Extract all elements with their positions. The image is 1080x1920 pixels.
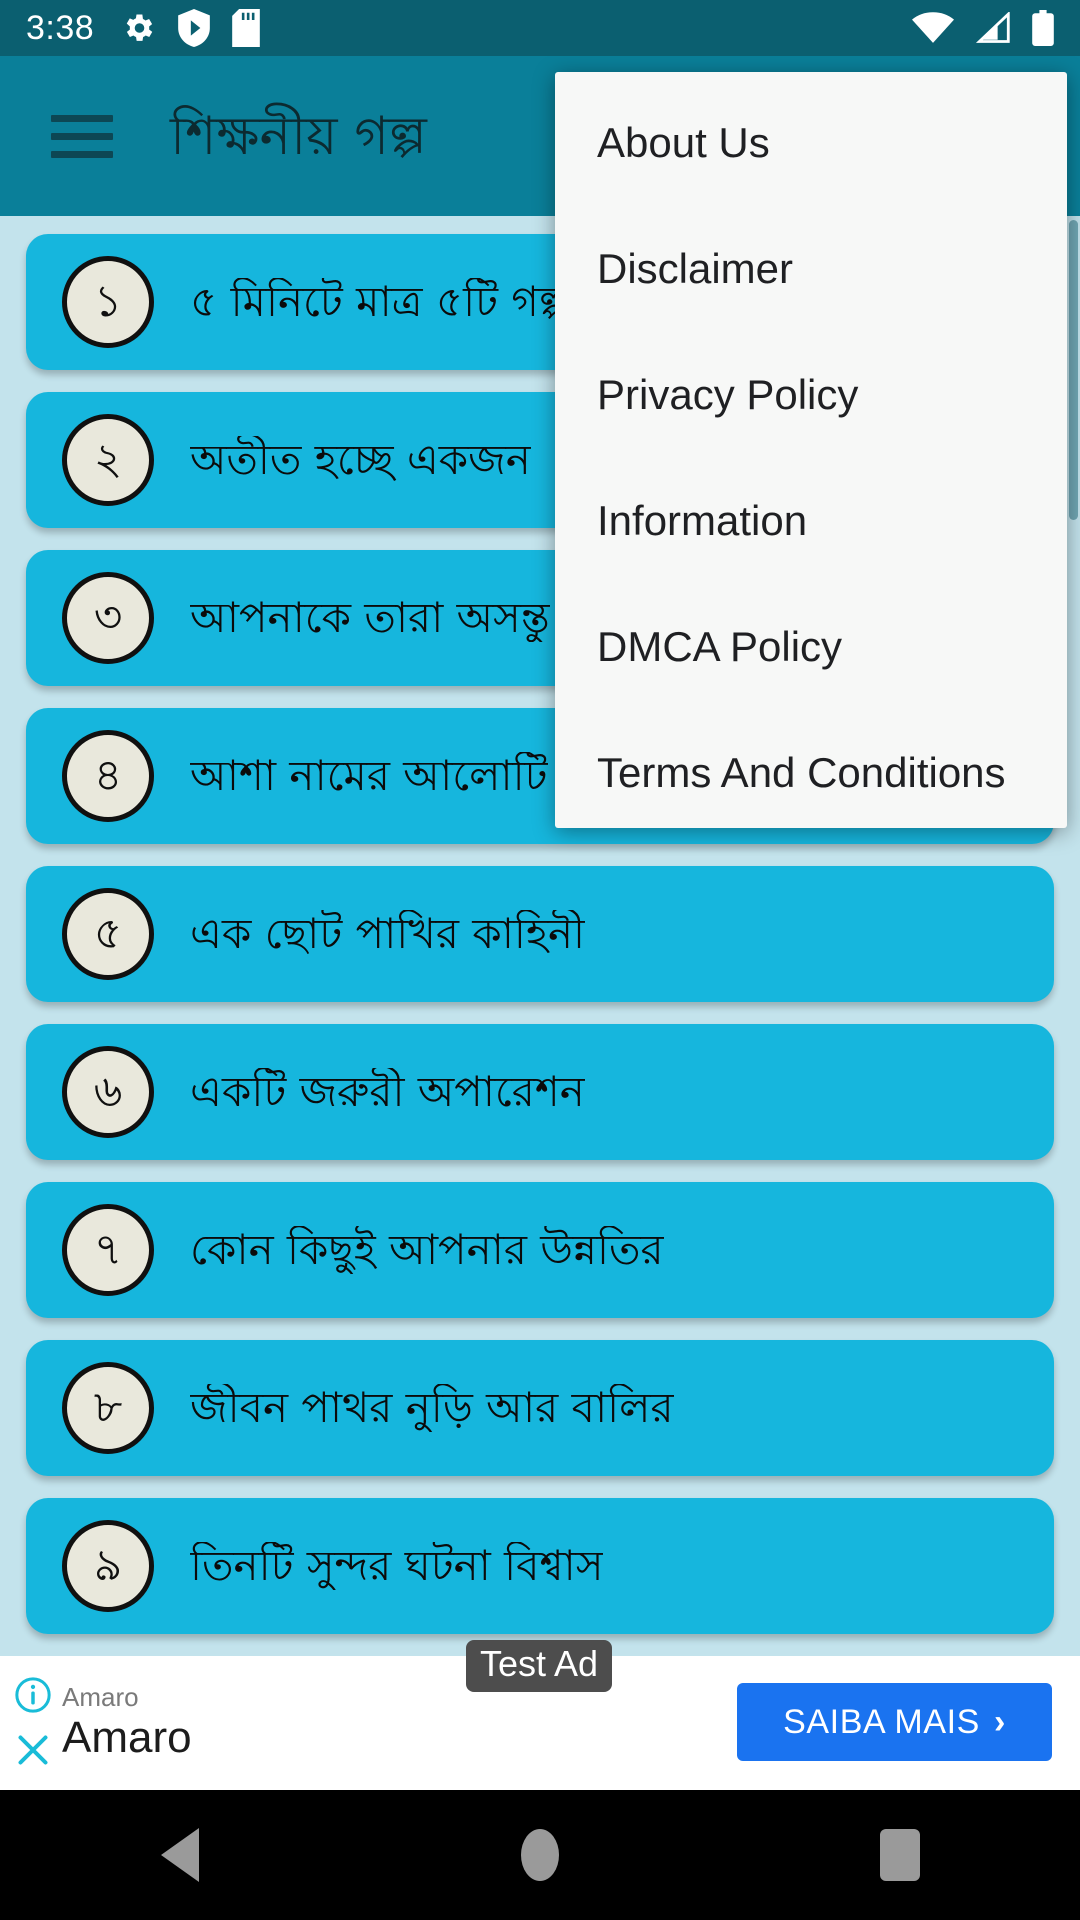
sd-card-icon: [232, 9, 261, 47]
story-number-badge: ৫: [62, 888, 154, 980]
back-triangle-icon: [161, 1828, 199, 1882]
ad-banner[interactable]: Amaro Amaro Test Ad SAIBA MAIS ›: [0, 1640, 1080, 1790]
story-list-item[interactable]: ৫ এক ছোট পাখির কাহিনী: [26, 866, 1054, 1002]
phone-screen: 3:38 শিক্ষনীয় গল্প ১ ৫ মিনিটে মাত্র ৫টি…: [0, 0, 1080, 1920]
ad-banner-controls: [6, 1656, 60, 1790]
home-circle-icon: [521, 1829, 559, 1881]
ad-headline: Amaro: [62, 1712, 192, 1762]
ad-info-icon[interactable]: [14, 1676, 52, 1714]
ad-copy: Amaro Amaro: [62, 1681, 192, 1763]
overflow-menu-item[interactable]: Privacy Policy: [555, 332, 1067, 458]
hamburger-bar: [51, 150, 113, 158]
status-bar: 3:38: [0, 0, 1080, 56]
story-title: ৫ মিনিটে মাত্র ৫টি গল্প: [190, 277, 569, 326]
story-number-badge: ৯: [62, 1520, 154, 1612]
story-number-badge: ৭: [62, 1204, 154, 1296]
story-number-badge: ৪: [62, 730, 154, 822]
story-title: এক ছোট পাখির কাহিনী: [190, 909, 586, 958]
overflow-menu-popup[interactable]: About Us Disclaimer Privacy Policy Informat…: [555, 72, 1067, 828]
overflow-menu-item[interactable]: Disclaimer: [555, 206, 1067, 332]
page-title: শিক্ষনীয় গল্প: [170, 105, 427, 167]
battery-icon: [1032, 10, 1054, 46]
story-title: আশা নামের আলোটি: [190, 751, 548, 800]
recents-button[interactable]: [840, 1795, 960, 1915]
vertical-scrollbar[interactable]: [1069, 220, 1078, 520]
gear-icon: [126, 14, 153, 41]
overflow-menu-item[interactable]: About Us: [555, 80, 1067, 206]
ad-cta-label: SAIBA MAIS: [783, 1702, 980, 1741]
story-title: জীবন পাথর নুড়ি আর বালির: [190, 1383, 674, 1432]
overflow-menu-item[interactable]: Information: [555, 458, 1067, 584]
test-ad-badge: Test Ad: [466, 1640, 613, 1692]
android-navigation-bar: [0, 1790, 1080, 1920]
recents-square-icon: [880, 1829, 920, 1881]
story-list-item[interactable]: ৯ তিনটি সুন্দর ঘটনা বিশ্বাস: [26, 1498, 1054, 1634]
hamburger-menu-icon[interactable]: [34, 88, 130, 184]
overflow-menu-item[interactable]: Terms And Conditions: [555, 710, 1067, 828]
story-number-badge: ৮: [62, 1362, 154, 1454]
chevron-right-icon: ›: [993, 1702, 1006, 1741]
wifi-icon: [912, 12, 954, 43]
cellular-signal-icon: [975, 12, 1010, 43]
ad-cta-button[interactable]: SAIBA MAIS ›: [737, 1683, 1052, 1761]
story-number-badge: ৬: [62, 1046, 154, 1138]
status-bar-system-icons: [912, 10, 1054, 46]
status-bar-notification-icons: [120, 9, 261, 47]
story-number-badge: ১: [62, 256, 154, 348]
ad-close-icon[interactable]: [13, 1730, 53, 1770]
home-button[interactable]: [480, 1795, 600, 1915]
ad-advertiser-name: Amaro: [62, 1681, 139, 1712]
story-title: অতীত হচ্ছে একজন: [190, 435, 531, 484]
overflow-menu-item[interactable]: DMCA Policy: [555, 584, 1067, 710]
story-list-item[interactable]: ৮ জীবন পাথর নুড়ি আর বালির: [26, 1340, 1054, 1476]
story-title: একটি জরুরী অপারেশন: [190, 1067, 585, 1116]
story-title: আপনাকে তারা অসন্তু: [190, 593, 550, 642]
story-number-badge: ২: [62, 414, 154, 506]
story-title: কোন কিছুই আপনার উন্নতির: [190, 1225, 664, 1274]
status-bar-clock: 3:38: [26, 9, 95, 47]
story-list-item[interactable]: ৭ কোন কিছুই আপনার উন্নতির: [26, 1182, 1054, 1318]
back-button[interactable]: [120, 1795, 240, 1915]
play-protect-shield-icon: [178, 9, 211, 47]
hamburger-bar: [51, 114, 113, 122]
story-title: তিনটি সুন্দর ঘটনা বিশ্বাস: [190, 1541, 604, 1590]
hamburger-bar: [51, 132, 113, 140]
story-number-badge: ৩: [62, 572, 154, 664]
story-list-item[interactable]: ৬ একটি জরুরী অপারেশন: [26, 1024, 1054, 1160]
